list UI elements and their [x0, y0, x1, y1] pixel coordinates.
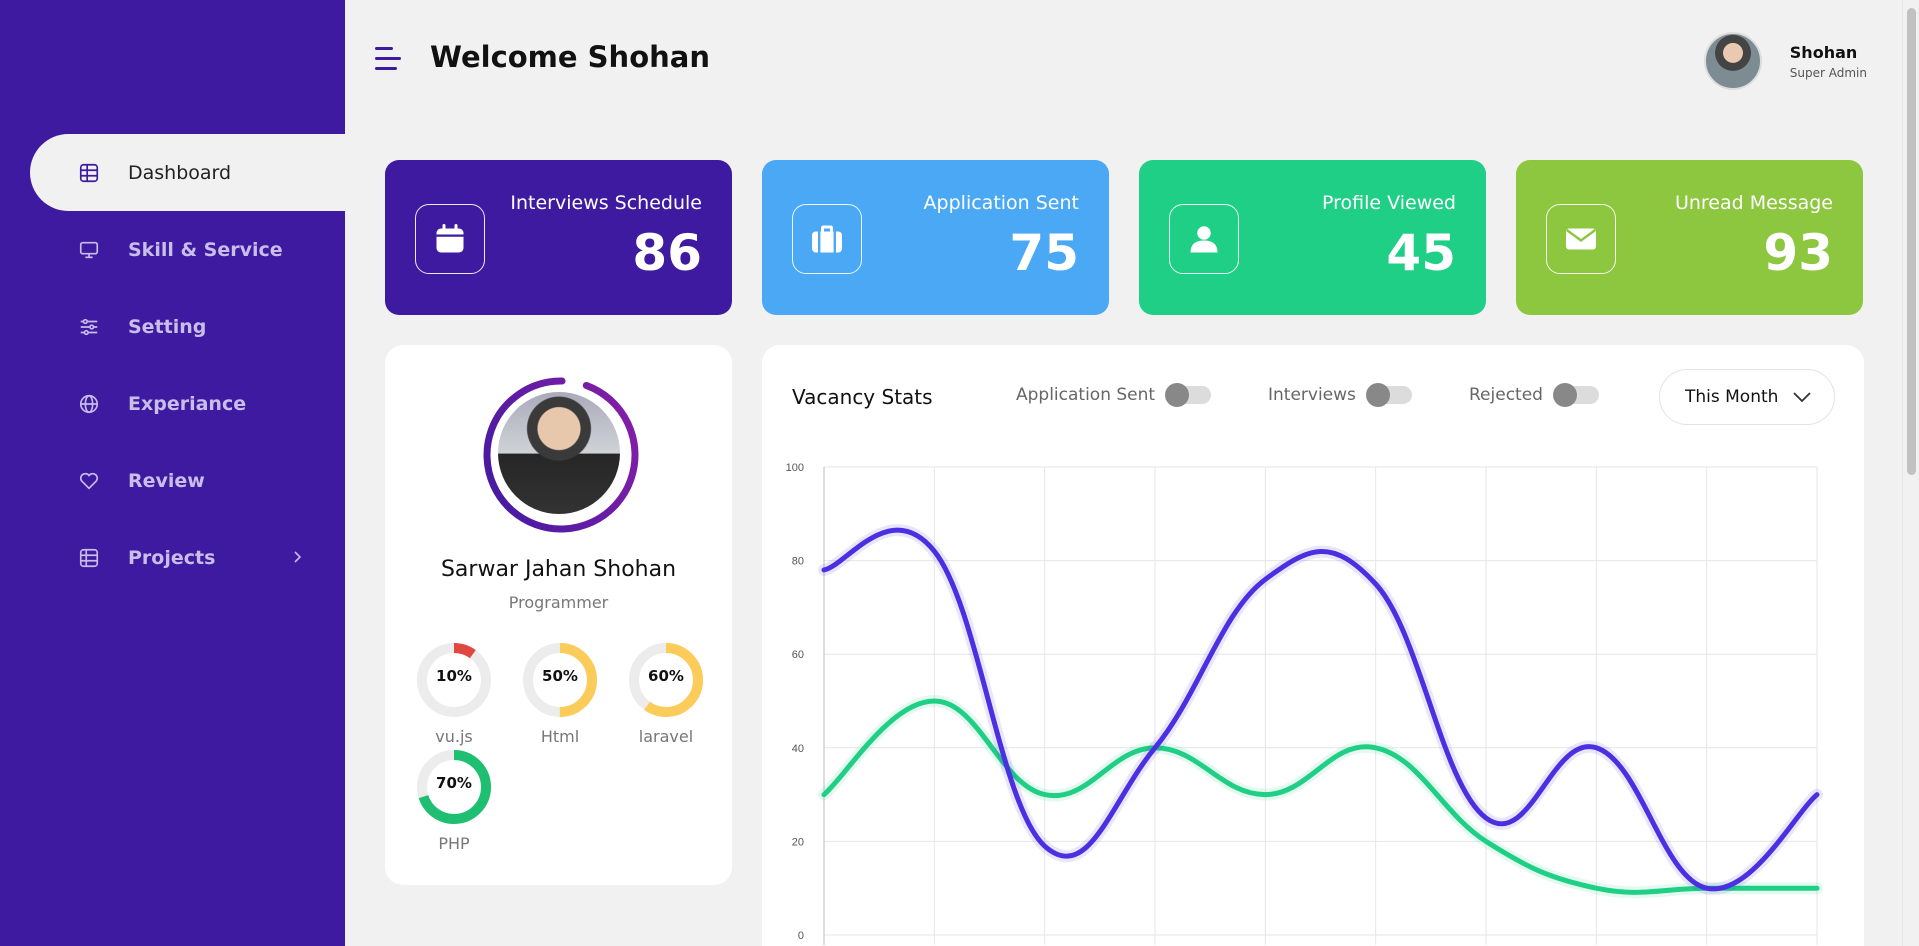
sidebar-item-review[interactable]: Review — [0, 442, 345, 519]
sidebar-item-experiance[interactable]: Experiance — [0, 365, 345, 442]
skill-html: 50% Html — [521, 641, 599, 746]
user-menu[interactable]: Shohan Super Admin — [1703, 32, 1867, 90]
sidebar-item-label: Review — [128, 469, 205, 492]
sidebar-item-setting[interactable]: Setting — [0, 288, 345, 365]
briefcase-icon — [792, 204, 862, 274]
toggle-switch[interactable] — [1365, 383, 1412, 407]
y-tick-label: 0 — [798, 930, 804, 942]
sidebar-item-label: Dashboard — [128, 161, 232, 184]
skill-php: 70% PHP — [415, 748, 493, 853]
series-line-0 — [821, 527, 1820, 892]
toggle-interviews: Interviews — [1268, 383, 1412, 407]
skill-percent: 50% — [542, 667, 578, 685]
chart-title: Vacancy Stats — [792, 385, 933, 409]
toggle-label: Interviews — [1268, 385, 1356, 405]
stat-card-applications[interactable]: Application Sent 75 — [762, 160, 1109, 315]
series-line-glow — [818, 694, 1823, 899]
sidebar-item-dashboard[interactable]: Dashboard — [30, 134, 345, 211]
stat-value: 75 — [1009, 224, 1079, 282]
profile-photo — [498, 392, 620, 514]
stat-card-unread-messages[interactable]: Unread Message 93 — [1516, 160, 1863, 315]
y-tick-label: 80 — [792, 556, 804, 568]
stat-label: Application Sent — [923, 192, 1079, 214]
skill-percent: 70% — [436, 774, 472, 792]
toggle-label: Rejected — [1469, 385, 1543, 405]
vacancy-line-chart: 100 80 60 40 20 0 — [786, 462, 1823, 945]
y-tick-label: 100 — [786, 462, 804, 474]
toggle-switch[interactable] — [1165, 383, 1212, 407]
stat-value: 45 — [1386, 224, 1456, 282]
sidebar-item-projects[interactable]: Projects — [0, 519, 345, 596]
page-title: Welcome Shohan — [430, 40, 710, 74]
profile-name: Sarwar Jahan Shohan — [440, 557, 677, 582]
user-name: Shohan — [1789, 42, 1858, 62]
toggle-application-sent: Application Sent — [1016, 383, 1212, 407]
toggle-label: Application Sent — [1016, 385, 1156, 405]
y-tick-label: 40 — [792, 743, 804, 755]
monitor-icon — [78, 239, 100, 261]
sidebar-item-label: Setting — [128, 315, 207, 338]
sidebar-item-label: Experiance — [128, 392, 247, 415]
stat-value: 86 — [632, 224, 702, 282]
scrollbar-thumb[interactable] — [1907, 8, 1916, 475]
stat-label: Interviews Schedule — [510, 192, 702, 214]
period-label: This Month — [1685, 387, 1779, 407]
menu-toggle-icon[interactable] — [375, 47, 401, 71]
sidebar-nav: Dashboard Skill & Service Setting Experi… — [0, 134, 345, 596]
chevron-right-icon[interactable] — [287, 547, 307, 567]
skill-percent: 10% — [436, 667, 472, 685]
user-role: Super Admin — [1789, 65, 1867, 80]
stat-label: Unread Message — [1674, 192, 1833, 214]
stat-label: Profile Viewed — [1322, 192, 1456, 214]
profile-card: Sarwar Jahan Shohan Programmer 10% vu.js… — [385, 345, 732, 885]
skill-name: Html — [540, 727, 580, 746]
sidebar-item-label: Skill & Service — [128, 238, 283, 261]
envelope-icon — [1546, 204, 1616, 274]
skill-laravel: 60% laravel — [627, 641, 705, 746]
toggle-rejected: Rejected — [1469, 383, 1599, 407]
vacancy-stats-card: 100 80 60 40 20 0 Vacancy Stats Application S… — [762, 345, 1864, 946]
stat-value: 93 — [1763, 224, 1833, 282]
sidebar-item-label: Projects — [128, 546, 216, 569]
series-line-glow — [818, 524, 1823, 895]
projects-icon — [78, 547, 100, 569]
y-tick-label: 60 — [792, 649, 804, 661]
avatar[interactable] — [1703, 32, 1762, 90]
period-dropdown[interactable]: This Month — [1659, 369, 1835, 425]
user-icon — [1169, 204, 1239, 274]
sidebar: Dashboard Skill & Service Setting Experi… — [0, 0, 345, 946]
skill-name: laravel — [638, 727, 694, 746]
skill-vujs: 10% vu.js — [415, 641, 493, 746]
y-tick-label: 20 — [792, 836, 804, 848]
skill-name: vu.js — [435, 727, 473, 746]
chevron-down-icon — [1793, 392, 1811, 403]
calendar-icon — [415, 204, 485, 274]
stat-card-profile-viewed[interactable]: Profile Viewed 45 — [1139, 160, 1486, 315]
page-scrollbar[interactable] — [1902, 0, 1919, 946]
skill-percent: 60% — [648, 667, 684, 685]
heart-icon — [78, 470, 100, 492]
toggle-switch[interactable] — [1552, 383, 1599, 407]
globe-icon — [78, 393, 100, 415]
stat-card-interviews[interactable]: Interviews Schedule 86 — [385, 160, 732, 315]
profile-role: Programmer — [508, 593, 609, 612]
sidebar-item-skill-service[interactable]: Skill & Service — [0, 211, 345, 288]
sliders-icon — [78, 316, 100, 338]
dashboard-icon — [78, 162, 100, 184]
skill-name: PHP — [438, 834, 470, 853]
